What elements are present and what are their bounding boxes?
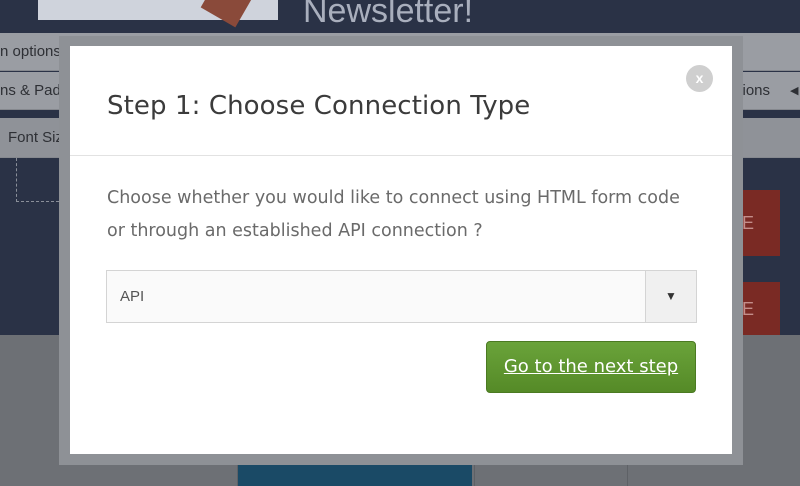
caret-left-icon: ◀ [790,85,799,97]
modal-description: Choose whether you would like to connect… [107,188,680,241]
next-step-button[interactable]: Go to the next step [486,341,696,393]
modal-body: Choose whether you would like to connect… [70,156,732,454]
close-icon[interactable]: x [686,65,713,92]
connection-type-select[interactable]: API ▼ [106,270,697,323]
toolbar-label: ns & Pad [0,82,61,99]
modal-title: Step 1: Choose Connection Type [107,91,531,121]
hero-title: Newsletter! [303,0,474,30]
dashed-outline [16,158,64,202]
toolbar-label: n options [0,43,61,60]
select-value: API [120,288,145,305]
hero-image [38,0,278,28]
connection-type-modal: Step 1: Choose Connection Type x Choose … [70,46,732,454]
toolbar-label: Font Siz [8,129,64,146]
modal-header: Step 1: Choose Connection Type x [70,46,732,156]
triangle-down-icon[interactable]: ▼ [645,271,696,322]
